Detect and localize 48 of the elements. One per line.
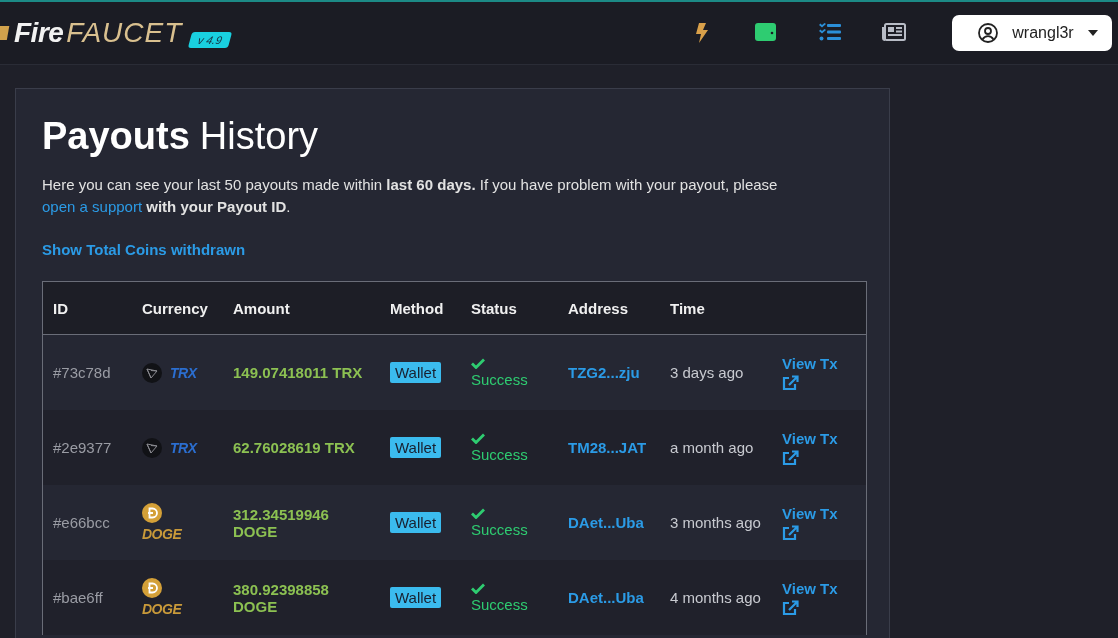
- amount: 149.07418011 TRX: [233, 364, 363, 381]
- payout-id: #bae6ff: [53, 589, 103, 606]
- amount: 62.76028619 TRX: [233, 439, 355, 456]
- view-tx-link[interactable]: View Tx: [782, 429, 838, 447]
- payout-id: #e66bcc: [53, 514, 110, 531]
- currency-label: TRX: [170, 439, 197, 456]
- address-link[interactable]: TM28...JAT: [568, 439, 647, 456]
- logo-text: Fire: [14, 17, 64, 49]
- status-text: Success: [471, 595, 529, 613]
- logo-text: FAUCET: [66, 17, 183, 49]
- address-link[interactable]: DAet...Uba: [568, 514, 644, 531]
- method-badge: Wallet: [390, 437, 442, 458]
- address-link[interactable]: TZG2...zju: [568, 364, 640, 381]
- user-menu-button[interactable]: wrangl3r: [952, 15, 1112, 51]
- time-text: 4 months ago: [670, 587, 762, 608]
- column-header: Amount: [223, 281, 380, 335]
- method-badge: Wallet: [390, 587, 442, 608]
- view-tx-link[interactable]: View Tx: [782, 579, 838, 597]
- version-badge: v 4.9: [188, 32, 233, 48]
- payout-id: #73c78d: [53, 364, 111, 381]
- time-text: a month ago: [670, 437, 755, 458]
- view-tx-link[interactable]: View Tx: [782, 504, 838, 522]
- column-header: Status: [461, 281, 558, 335]
- currency-label: DOGE: [142, 601, 182, 617]
- method-badge: Wallet: [390, 512, 442, 533]
- page-title: History: [199, 115, 319, 158]
- show-total-link[interactable]: Show Total Coins withdrawn: [42, 241, 246, 258]
- page-title: Payouts: [42, 115, 190, 158]
- payout-id: #2e9377: [53, 439, 112, 456]
- currency-label: DOGE: [142, 526, 182, 542]
- method-badge: Wallet: [390, 362, 442, 383]
- address-link[interactable]: DAet...Uba: [568, 589, 644, 606]
- column-header: ID: [42, 281, 132, 335]
- currency-label: TRX: [170, 364, 197, 381]
- intro-text: Here you can see your last 50 payouts made within last 60 days. If you have problem with your payout, please open a support with your Payout ID.: [42, 175, 779, 217]
- status-text: Success: [471, 370, 529, 388]
- time-text: 3 days ago: [670, 362, 745, 383]
- column-header: Method: [380, 281, 461, 335]
- column-header: Time: [660, 281, 772, 335]
- view-tx-link[interactable]: View Tx: [782, 354, 838, 372]
- amount: 312.34519946 DOGE: [233, 505, 329, 540]
- support-link[interactable]: open a support: [42, 198, 143, 215]
- status-text: Success: [471, 445, 529, 463]
- time-text: 3 months ago: [670, 512, 762, 533]
- column-header: Address: [558, 281, 660, 335]
- column-header: Currency: [132, 281, 223, 335]
- status-text: Success: [471, 520, 529, 538]
- amount: 380.92398858 DOGE: [233, 580, 329, 615]
